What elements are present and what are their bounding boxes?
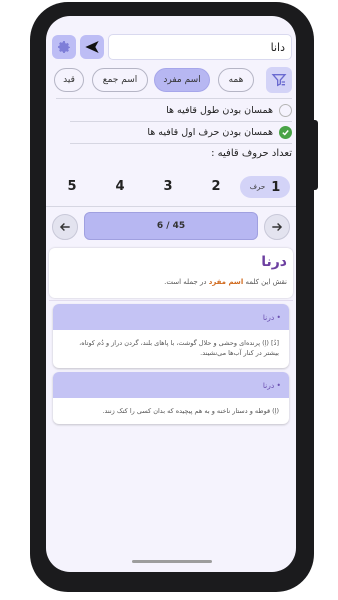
pager: 6 / 45 bbox=[46, 212, 296, 242]
meaning-card-header: • درنا bbox=[53, 372, 289, 398]
check-icon bbox=[282, 129, 289, 136]
checkbox-on[interactable] bbox=[279, 125, 292, 139]
number-option-3[interactable]: 3 bbox=[156, 176, 180, 198]
chip-adverb[interactable]: قید bbox=[54, 68, 84, 92]
filter-icon bbox=[271, 74, 287, 87]
gear-icon bbox=[58, 41, 70, 53]
letter-count-title: تعداد حروف قافیه : bbox=[211, 148, 292, 159]
meaning-text: [دُ] (اِ) پرنده‌ای وحشی و حلال گوشت، با … bbox=[79, 339, 279, 357]
number-option-2[interactable]: 2 bbox=[204, 176, 228, 198]
chip-all[interactable]: همه bbox=[218, 68, 254, 92]
divider bbox=[70, 143, 292, 144]
chip-label: اسم مفرد bbox=[163, 75, 201, 85]
home-indicator[interactable] bbox=[132, 560, 212, 563]
category-chips: قید اسم جمع اسم مفرد همه bbox=[46, 66, 296, 96]
meaning-card: • درنا [دُ] (اِ) پرنده‌ای وحشی و حلال گو… bbox=[53, 304, 289, 368]
chip-singular-noun[interactable]: اسم مفرد bbox=[154, 68, 210, 92]
meaning-title: • درنا bbox=[262, 380, 281, 390]
settings-button[interactable] bbox=[52, 35, 76, 59]
divider bbox=[49, 300, 293, 301]
word-title: درنا bbox=[261, 254, 287, 270]
send-button[interactable] bbox=[80, 35, 104, 59]
search-input[interactable] bbox=[108, 34, 292, 60]
meaning-title: • درنا bbox=[262, 312, 281, 322]
letter-count-selector: 5 4 3 2 1 حرف bbox=[46, 176, 296, 198]
role-highlight: اسم مفرد bbox=[208, 278, 244, 286]
word-role: نقش این کلمه اسم مفرد در جمله است. bbox=[55, 278, 287, 286]
role-prefix: نقش این کلمه bbox=[245, 278, 287, 286]
divider bbox=[46, 206, 296, 207]
chip-label: قید bbox=[63, 75, 75, 85]
top-bar bbox=[50, 34, 292, 60]
filter-button[interactable] bbox=[266, 67, 292, 93]
selected-number-value: 1 bbox=[271, 179, 281, 195]
checkbox-off[interactable] bbox=[279, 103, 292, 117]
check-label: همسان بودن طول قافیه ها bbox=[166, 104, 273, 116]
number-option-5[interactable]: 5 bbox=[60, 176, 84, 198]
send-arrow-icon bbox=[85, 41, 99, 53]
role-suffix: در جمله است. bbox=[164, 278, 207, 286]
prev-button[interactable] bbox=[52, 214, 78, 240]
number-option-4[interactable]: 4 bbox=[108, 176, 132, 198]
check-same-length[interactable]: همسان بودن طول قافیه ها bbox=[56, 100, 292, 120]
page-indicator: 6 / 45 bbox=[84, 212, 258, 240]
divider bbox=[56, 98, 292, 99]
meaning-card: • درنا (اِ) قوطه و دستار ناخنه و به هم پ… bbox=[53, 372, 289, 424]
check-same-first-letter[interactable]: همسان بودن حرف اول قافیه ها bbox=[56, 122, 292, 142]
meaning-text: (اِ) قوطه و دستار ناخنه و به هم پیچیده ک… bbox=[102, 407, 279, 415]
check-label: همسان بودن حرف اول قافیه ها bbox=[147, 126, 273, 138]
selected-number-unit: حرف bbox=[249, 183, 266, 191]
arrow-left-icon bbox=[59, 223, 70, 231]
app-screen: قید اسم جمع اسم مفرد همه همسان بودن طول … bbox=[46, 16, 296, 572]
meaning-card-header: • درنا bbox=[53, 304, 289, 330]
chip-label: اسم جمع bbox=[102, 75, 138, 85]
chip-label: همه bbox=[228, 75, 244, 85]
number-option-selected[interactable]: 1 حرف bbox=[240, 176, 290, 198]
page-indicator-text: 6 / 45 bbox=[156, 221, 186, 231]
phone-side-button bbox=[314, 120, 318, 190]
next-button[interactable] bbox=[264, 214, 290, 240]
arrow-right-icon bbox=[272, 223, 283, 231]
chip-collective-noun[interactable]: اسم جمع bbox=[92, 68, 148, 92]
word-card: درنا نقش این کلمه اسم مفرد در جمله است. bbox=[49, 248, 293, 298]
